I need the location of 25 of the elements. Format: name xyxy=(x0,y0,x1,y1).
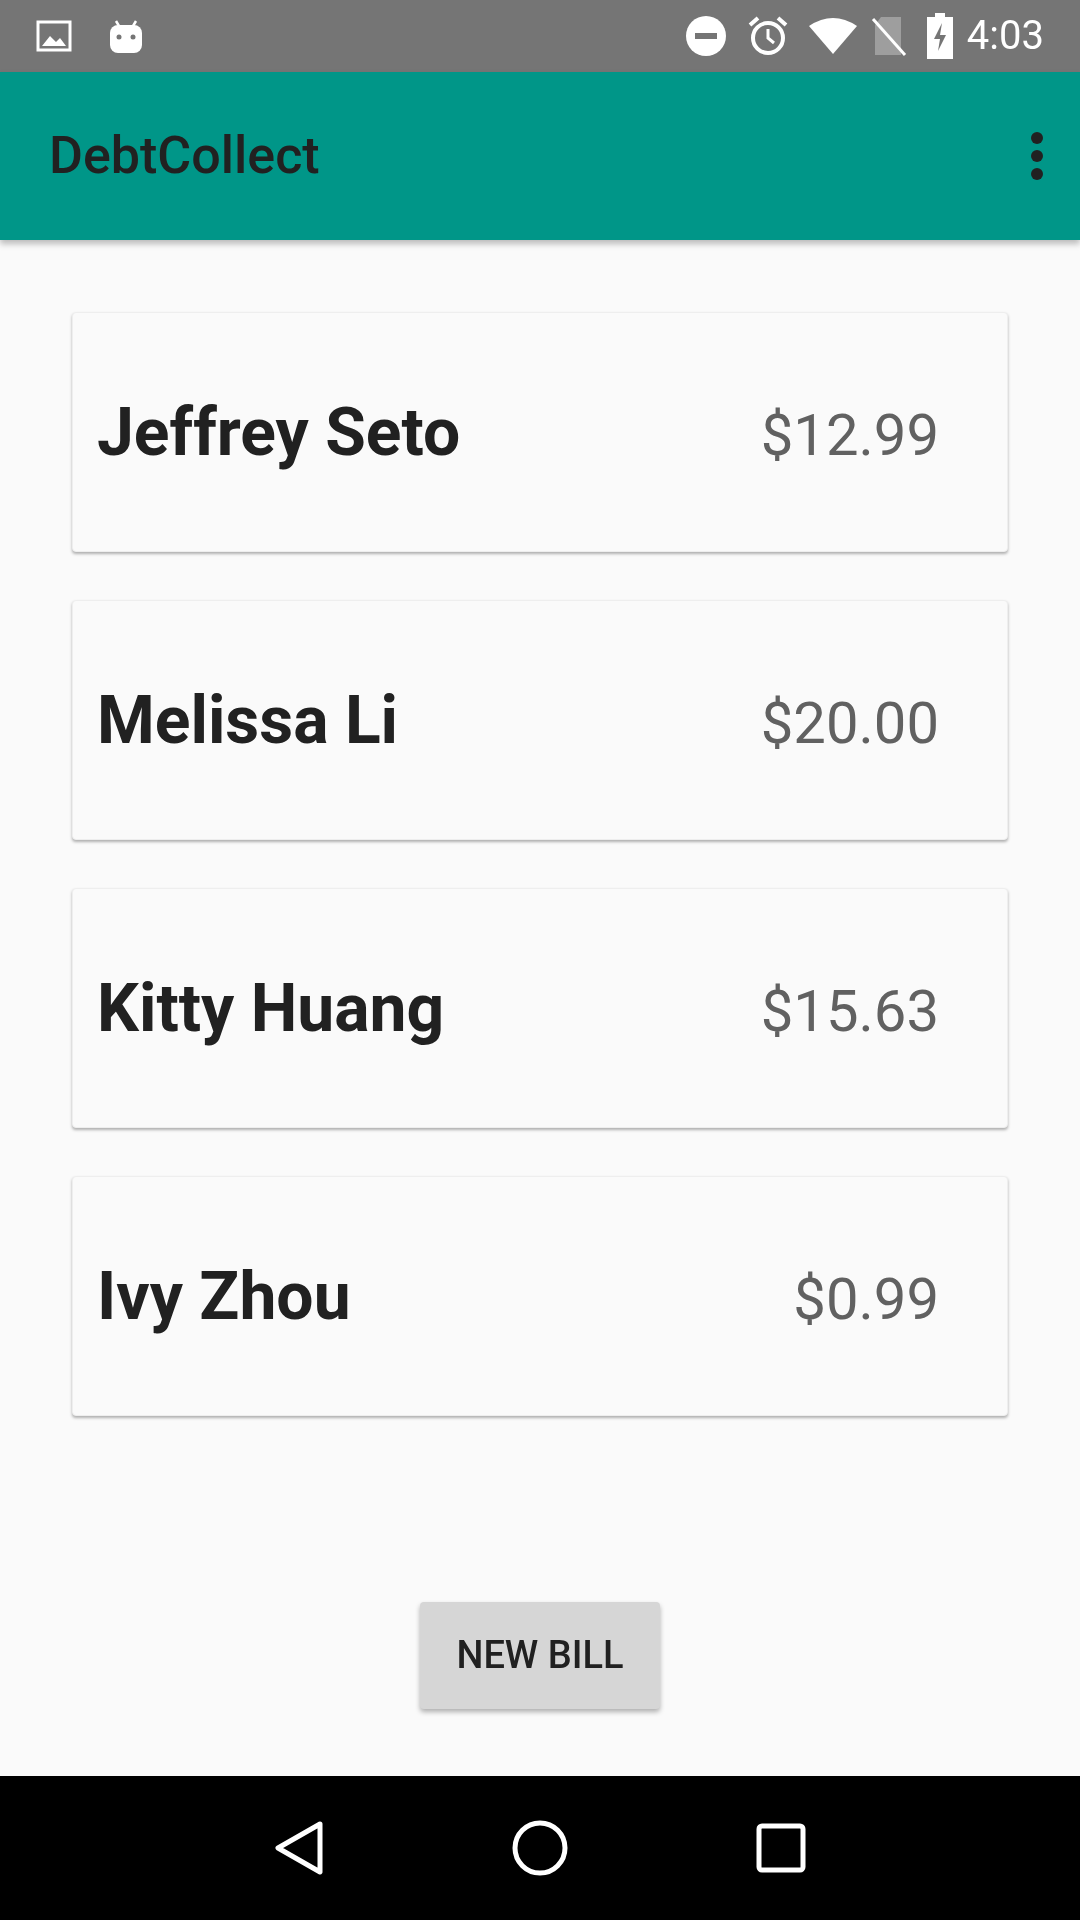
debt-amount: $0.99 xyxy=(793,1263,939,1335)
debt-amount: $15.63 xyxy=(760,975,939,1047)
debt-card[interactable]: Ivy Zhou $0.99 xyxy=(72,1176,1008,1416)
debtor-name: Ivy Zhou xyxy=(97,1256,352,1337)
wifi-icon xyxy=(808,18,857,54)
more-options-icon[interactable] xyxy=(1030,132,1044,180)
new-bill-button[interactable]: NEW BILL xyxy=(420,1602,660,1709)
debt-card[interactable]: Melissa Li $20.00 xyxy=(72,600,1008,840)
back-icon[interactable] xyxy=(274,1820,324,1876)
do-not-disturb-icon xyxy=(684,15,727,57)
debt-card[interactable]: Jeffrey Seto $12.99 xyxy=(72,312,1008,552)
battery-charging-icon xyxy=(926,13,953,59)
app-title: DebtCollect xyxy=(49,124,321,188)
debtor-name: Kitty Huang xyxy=(97,968,446,1049)
recents-icon[interactable] xyxy=(756,1823,806,1873)
status-time: 4:03 xyxy=(966,16,1044,56)
alarm-icon xyxy=(746,15,789,57)
debt-amount: $12.99 xyxy=(760,399,939,471)
debt-amount: $20.00 xyxy=(760,687,939,759)
home-icon[interactable] xyxy=(512,1820,568,1876)
debt-card[interactable]: Kitty Huang $15.63 xyxy=(72,888,1008,1128)
debtor-name: Melissa Li xyxy=(97,680,400,761)
image-icon xyxy=(36,20,72,52)
debtor-name: Jeffrey Seto xyxy=(97,392,462,473)
no-sim-icon xyxy=(870,15,907,57)
